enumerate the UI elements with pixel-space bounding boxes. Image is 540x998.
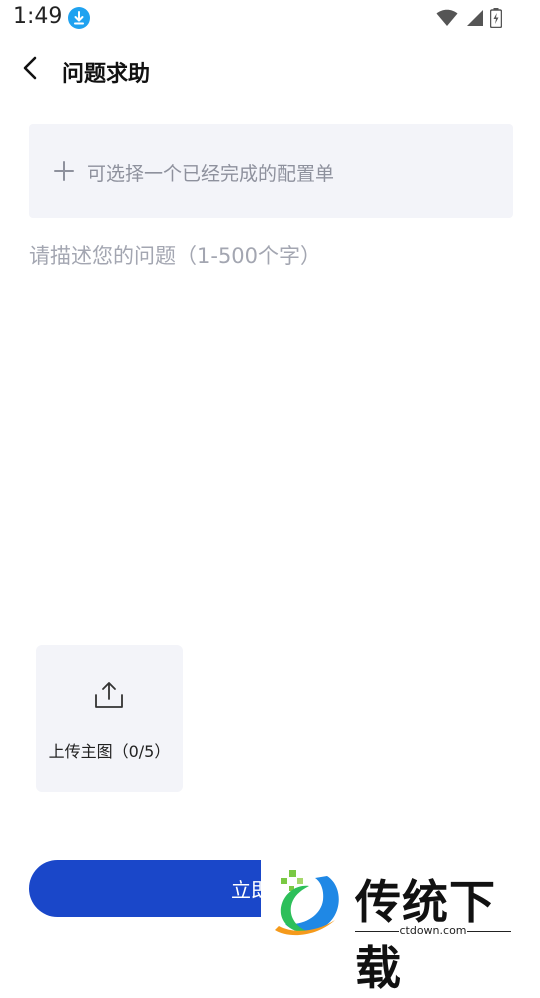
config-selector[interactable]: 可选择一个已经完成的配置单 bbox=[29, 124, 513, 218]
watermark-divider-right bbox=[467, 931, 511, 932]
watermark-logo-icon bbox=[269, 864, 349, 944]
watermark: 传统下载 ctdown.com bbox=[261, 858, 540, 995]
upload-image-button[interactable]: 上传主图（0/5） bbox=[36, 645, 183, 792]
config-selector-label: 可选择一个已经完成的配置单 bbox=[87, 163, 335, 185]
plus-icon bbox=[53, 160, 75, 182]
signal-icon bbox=[464, 9, 484, 31]
back-button[interactable] bbox=[14, 54, 46, 86]
status-time: 1:49 bbox=[13, 4, 63, 29]
battery-icon bbox=[489, 8, 503, 32]
status-icons bbox=[436, 8, 503, 32]
chevron-left-icon bbox=[20, 55, 40, 85]
description-input[interactable] bbox=[29, 240, 513, 620]
upload-icon bbox=[93, 679, 125, 711]
upload-label: 上传主图（0/5） bbox=[48, 742, 171, 761]
header: 问题求助 bbox=[0, 46, 540, 94]
wifi-icon bbox=[436, 9, 458, 31]
page-title: 问题求助 bbox=[62, 62, 151, 87]
status-bar: 1:49 bbox=[0, 0, 540, 36]
download-icon bbox=[68, 7, 90, 29]
